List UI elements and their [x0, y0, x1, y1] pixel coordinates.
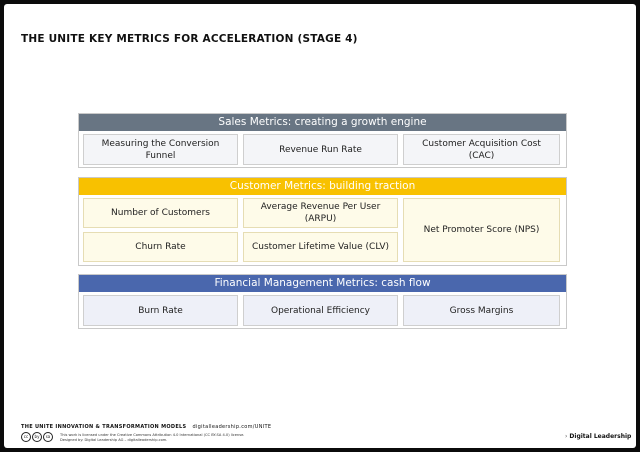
footer-url-link[interactable]: digitalleadership.com/UNITE: [193, 424, 272, 430]
sales-metrics-section: Sales Metrics: creating a growth engine …: [78, 113, 567, 168]
cc-license-icons: cc by sa: [21, 432, 53, 442]
customer-metrics-section: Customer Metrics: building traction Numb…: [78, 177, 567, 266]
metric-conversion-funnel: Measuring the Conversion Funnel: [83, 134, 238, 165]
page: THE UNITE KEY METRICS FOR ACCELERATION (…: [4, 4, 636, 448]
financial-metrics-header: Financial Management Metrics: cash flow: [79, 275, 566, 292]
chevron-right-icon: ›: [565, 433, 568, 440]
cc-icon: cc: [21, 432, 31, 442]
metric-gross-margins: Gross Margins: [403, 295, 560, 326]
metric-burn-rate: Burn Rate: [83, 295, 238, 326]
brand-name: Digital Leadership: [569, 433, 632, 440]
metric-operational-efficiency: Operational Efficiency: [243, 295, 398, 326]
footer-models-label: THE UNITE INNOVATION & TRANSFORMATION MO…: [21, 424, 187, 430]
metric-revenue-run-rate: Revenue Run Rate: [243, 134, 398, 165]
metric-arpu: Average Revenue Per User (ARPU): [243, 198, 398, 228]
license-line-2: Designed by: Digital Leadership AG – dig…: [60, 438, 168, 442]
financial-metrics-section: Financial Management Metrics: cash flow …: [78, 274, 567, 329]
footer-models-title: THE UNITE INNOVATION & TRANSFORMATION MO…: [21, 424, 271, 430]
page-title: THE UNITE KEY METRICS FOR ACCELERATION (…: [21, 33, 358, 45]
brand-logo: › Digital Leadership: [565, 433, 631, 440]
metric-churn-rate: Churn Rate: [83, 232, 238, 262]
sales-metrics-header: Sales Metrics: creating a growth engine: [79, 114, 566, 131]
sa-icon: sa: [43, 432, 53, 442]
metric-number-of-customers: Number of Customers: [83, 198, 238, 228]
metric-clv: Customer Lifetime Value (CLV): [243, 232, 398, 262]
metric-cac: Customer Acquisition Cost (CAC): [403, 134, 560, 165]
customer-metrics-header: Customer Metrics: building traction: [79, 178, 566, 195]
license-text: This work is licensed under the Creative…: [60, 433, 244, 443]
by-icon: by: [32, 432, 42, 442]
metric-nps: Net Promoter Score (NPS): [403, 198, 560, 262]
